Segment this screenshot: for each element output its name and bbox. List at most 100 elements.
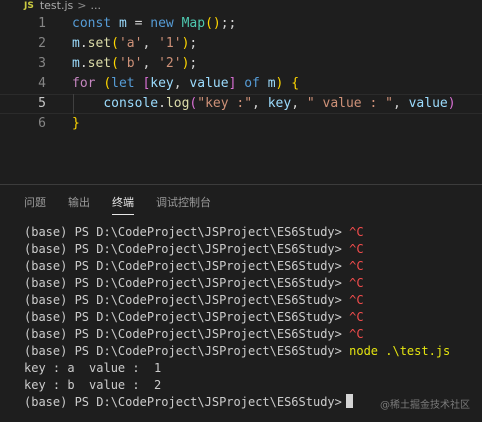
code-token: let xyxy=(111,76,135,91)
terminal-ctrl-c: ^C xyxy=(349,259,364,273)
code-token: for xyxy=(72,76,96,91)
terminal-line: (base) PS D:\CodeProject\JSProject\ES6St… xyxy=(24,394,353,411)
code-line[interactable]: 5 console.log("key :", key, " value : ",… xyxy=(0,94,482,114)
code-line[interactable]: 3 m.set('b', '2'); xyxy=(0,54,482,74)
terminal-ctrl-c: ^C xyxy=(349,327,364,341)
line-number: 5 xyxy=(38,96,46,111)
code-token: const xyxy=(72,16,112,31)
tab-terminal[interactable]: 终端 xyxy=(112,185,134,221)
code-token: key xyxy=(150,76,174,91)
terminal-ctrl-c: ^C xyxy=(349,293,364,307)
terminal-line: (base) PS D:\CodeProject\JSProject\ES6St… xyxy=(24,275,364,292)
breadcrumb-file-name[interactable]: test.js xyxy=(40,0,73,12)
code-token: ( xyxy=(111,56,119,71)
code-token: m xyxy=(118,16,127,31)
code-text: for (let [key, value] of m) { xyxy=(72,74,299,94)
line-number: 3 xyxy=(38,56,46,71)
code-line[interactable]: 4 for (let [key, value] of m) { xyxy=(0,74,482,94)
code-token: , xyxy=(291,96,307,111)
code-token: ;; xyxy=(220,16,237,31)
terminal-prompt: (base) PS D:\CodeProject\JSProject\ES6St… xyxy=(24,225,342,239)
panel-tab-bar: 问题 输出 终端 调试控制台 xyxy=(0,185,482,221)
code-line[interactable]: 6} xyxy=(0,114,482,134)
code-token: ( xyxy=(103,76,112,91)
watermark: @稀土掘金技术社区 xyxy=(380,400,470,411)
terminal-line: (base) PS D:\CodeProject\JSProject\ES6St… xyxy=(24,258,364,275)
terminal-ctrl-c: ^C xyxy=(349,225,364,239)
chevron-right-icon: > xyxy=(77,0,87,12)
code-token: 'a' xyxy=(118,36,143,51)
terminal-prompt: (base) PS D:\CodeProject\JSProject\ES6St… xyxy=(24,259,342,273)
code-token: log xyxy=(165,96,190,111)
code-editor[interactable]: 1 const m = new Map();; 2 m.set('a', '1'); 3… xyxy=(0,12,482,184)
code-token: value xyxy=(408,96,448,111)
code-token: new xyxy=(150,16,174,31)
code-text: const m = new Map();; xyxy=(72,14,236,34)
code-token: ( xyxy=(111,36,119,51)
terminal-command: node .\test.js xyxy=(349,344,451,358)
code-token: Map xyxy=(181,16,206,31)
terminal-line: (base) PS D:\CodeProject\JSProject\ES6St… xyxy=(24,241,364,258)
terminal-prompt: (base) PS D:\CodeProject\JSProject\ES6St… xyxy=(24,293,342,307)
code-token: set xyxy=(87,56,112,71)
code-token: , xyxy=(392,96,409,111)
code-text: m.set('a', '1'); xyxy=(72,34,197,54)
code-token: . xyxy=(158,96,166,111)
code-token: m xyxy=(267,76,276,91)
code-token: . xyxy=(79,56,88,71)
code-token: " value : " xyxy=(306,96,393,111)
code-token: ( xyxy=(205,16,213,31)
terminal-line: (base) PS D:\CodeProject\JSProject\ES6St… xyxy=(24,343,450,360)
code-token: of xyxy=(244,76,260,91)
code-token: set xyxy=(87,36,112,51)
terminal-output-line: key : a value : 1 xyxy=(24,361,162,375)
line-number: 1 xyxy=(38,16,46,31)
code-token: "key :" xyxy=(197,96,253,111)
code-token: ; xyxy=(189,56,198,71)
code-token: , xyxy=(252,96,268,111)
code-token: value xyxy=(189,76,229,91)
terminal-line: (base) PS D:\CodeProject\JSProject\ES6St… xyxy=(24,309,364,326)
code-line[interactable]: 1 const m = new Map();; xyxy=(0,14,482,34)
terminal-ctrl-c: ^C xyxy=(349,310,364,324)
line-number: 4 xyxy=(38,76,46,91)
breadcrumb: JS test.js > ... xyxy=(0,0,482,12)
terminal-prompt: (base) PS D:\CodeProject\JSProject\ES6St… xyxy=(24,395,342,409)
tab-problems[interactable]: 问题 xyxy=(24,185,46,221)
terminal-cursor xyxy=(345,394,353,408)
code-text: console.log("key :", key, " value : ", v… xyxy=(72,94,456,114)
code-token: key xyxy=(267,96,292,111)
code-token: , xyxy=(173,76,190,91)
terminal-prompt: (base) PS D:\CodeProject\JSProject\ES6St… xyxy=(24,276,342,290)
code-token: , xyxy=(142,56,159,71)
code-token: m xyxy=(72,36,80,51)
code-token: ) xyxy=(212,16,221,31)
terminal-output-line: key : b value : 2 xyxy=(24,378,162,392)
code-token: { xyxy=(291,76,300,91)
terminal-ctrl-c: ^C xyxy=(349,242,364,256)
code-token: 'b' xyxy=(118,56,143,71)
code-token: m xyxy=(72,56,80,71)
terminal-prompt: (base) PS D:\CodeProject\JSProject\ES6St… xyxy=(24,344,342,358)
terminal-line: (base) PS D:\CodeProject\JSProject\ES6St… xyxy=(24,326,364,343)
code-token: . xyxy=(79,36,88,51)
code-token: '2' xyxy=(158,56,182,71)
code-text: } xyxy=(72,114,80,134)
terminal-ctrl-c: ^C xyxy=(349,276,364,290)
terminal-prompt: (base) PS D:\CodeProject\JSProject\ES6St… xyxy=(24,310,342,324)
terminal-prompt: (base) PS D:\CodeProject\JSProject\ES6St… xyxy=(24,242,342,256)
tab-debug-console[interactable]: 调试控制台 xyxy=(156,185,211,221)
line-number: 2 xyxy=(38,36,46,51)
tab-output[interactable]: 输出 xyxy=(68,185,90,221)
code-token: , xyxy=(142,36,159,51)
code-token: ) xyxy=(447,96,456,111)
terminal[interactable]: (base) PS D:\CodeProject\JSProject\ES6St… xyxy=(0,224,482,422)
breadcrumb-more[interactable]: ... xyxy=(90,0,101,12)
code-token: } xyxy=(72,116,80,131)
code-token: console xyxy=(103,96,159,111)
code-line[interactable]: 2 m.set('a', '1'); xyxy=(0,34,482,54)
